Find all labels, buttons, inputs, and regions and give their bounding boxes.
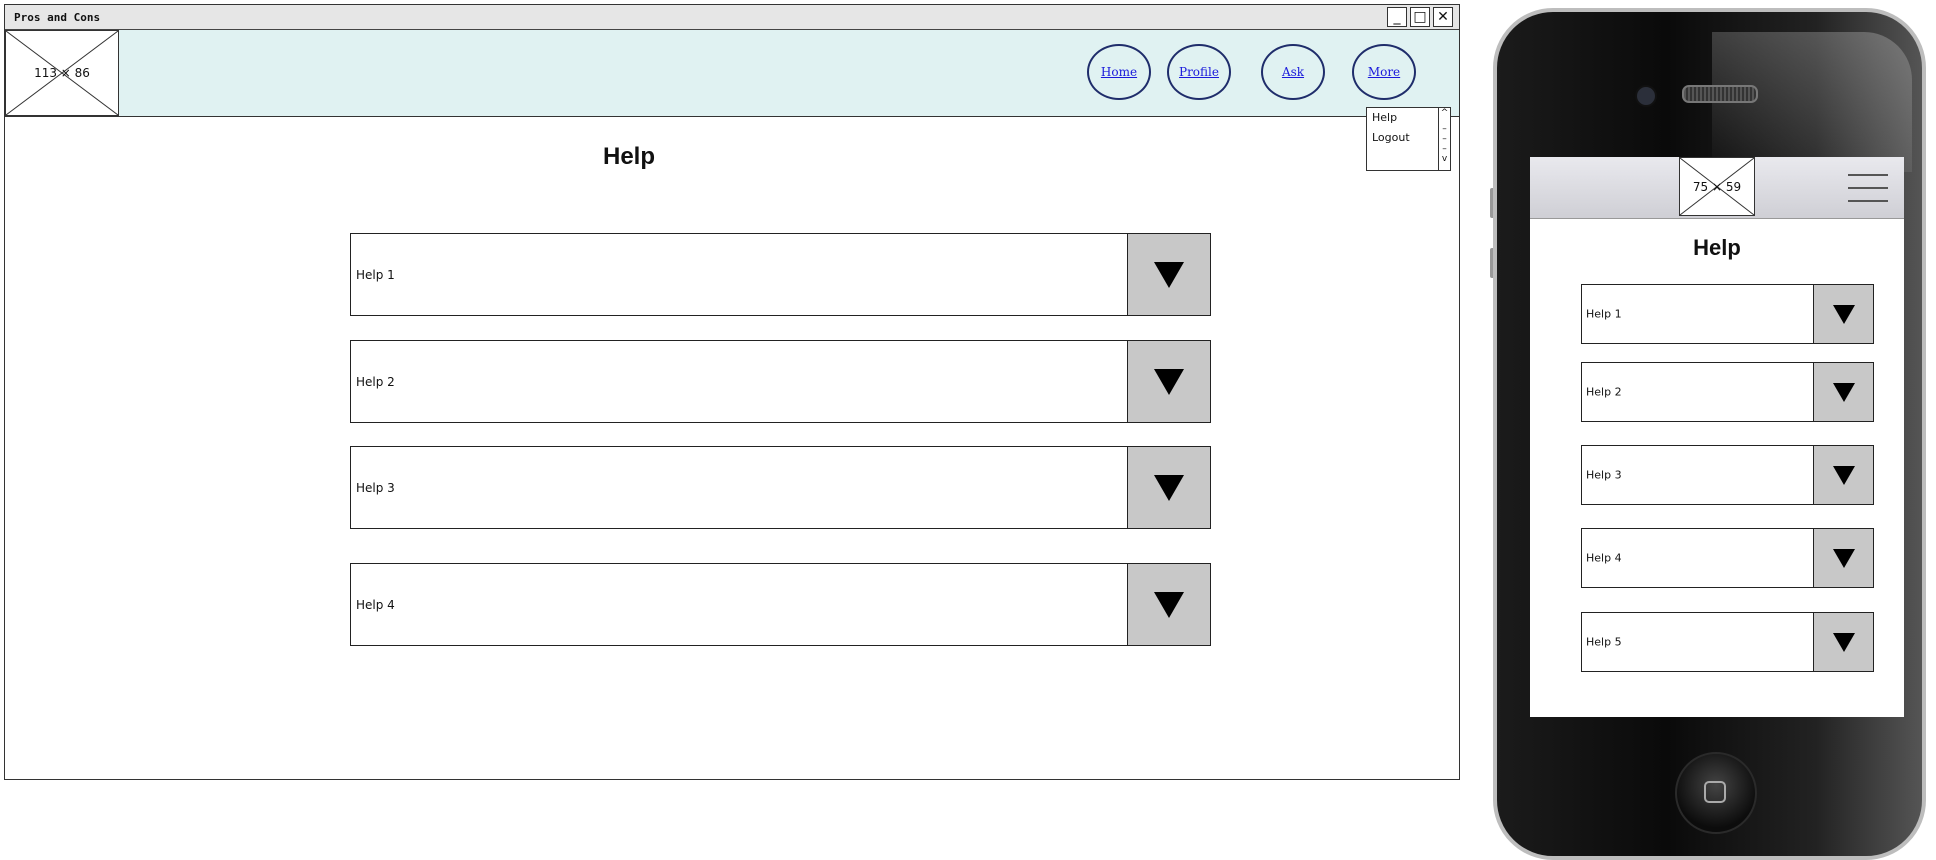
triangle-down-icon — [1832, 632, 1855, 652]
more-dropdown-menu: Help Logout ^ – – – v — [1366, 107, 1451, 171]
accordion-label: Help 2 — [356, 374, 395, 389]
hamburger-menu-icon[interactable] — [1848, 172, 1888, 204]
phone-frame: 75 × 59 Help Help 1 Help 2 Help 3 Help 4… — [1493, 8, 1926, 860]
triangle-down-icon — [1154, 591, 1184, 618]
accordion-label: Help 4 — [1586, 551, 1622, 565]
scroll-track-marks-icon: – – – — [1442, 124, 1447, 154]
menu-item-help[interactable]: Help — [1372, 111, 1397, 124]
logo-placeholder-size: 113 × 86 — [34, 66, 90, 80]
menu-item-logout[interactable]: Logout — [1372, 131, 1410, 144]
accordion-item[interactable]: Help 2 — [350, 340, 1211, 423]
page-title: Help — [603, 143, 656, 170]
camera-icon — [1635, 85, 1657, 107]
mobile-accordion-item[interactable]: Help 5 — [1581, 612, 1874, 672]
accordion-item[interactable]: Help 3 — [350, 446, 1211, 529]
expand-button[interactable] — [1127, 341, 1210, 422]
expand-button[interactable] — [1813, 613, 1873, 671]
nav-ask-button[interactable]: Ask — [1261, 44, 1325, 100]
minimize-button[interactable]: _ — [1387, 7, 1407, 27]
mobile-accordion-item[interactable]: Help 3 — [1581, 445, 1874, 505]
accordion-label: Help 4 — [356, 597, 395, 612]
speaker-icon — [1682, 85, 1758, 103]
site-header: 113 × 86 Home Profile Ask More — [5, 30, 1459, 117]
title-bar: Pros and Cons _ □ ✕ — [5, 5, 1459, 30]
expand-button[interactable] — [1813, 529, 1873, 587]
accordion-label: Help 3 — [1586, 468, 1622, 482]
mobile-screen: 75 × 59 Help Help 1 Help 2 Help 3 Help 4… — [1530, 157, 1904, 717]
mobile-header: 75 × 59 — [1530, 157, 1904, 219]
expand-button[interactable] — [1127, 234, 1210, 315]
scroll-down-icon[interactable]: v — [1439, 154, 1450, 164]
desktop-window: Pros and Cons _ □ ✕ 113 × 86 Home Profil… — [4, 4, 1460, 780]
mobile-logo-placeholder: 75 × 59 — [1679, 157, 1755, 216]
scroll-up-icon[interactable]: ^ — [1439, 108, 1450, 118]
nav-profile-button[interactable]: Profile — [1167, 44, 1231, 100]
expand-button[interactable] — [1813, 285, 1873, 343]
dropdown-scrollbar[interactable]: ^ – – – v — [1438, 108, 1450, 170]
mobile-accordion-item[interactable]: Help 2 — [1581, 362, 1874, 422]
nav-more-button[interactable]: More — [1352, 44, 1416, 100]
triangle-down-icon — [1832, 465, 1855, 485]
accordion-label: Help 2 — [1586, 385, 1622, 399]
expand-button[interactable] — [1127, 447, 1210, 528]
accordion-item[interactable]: Help 1 — [350, 233, 1211, 316]
mobile-logo-size: 75 × 59 — [1692, 179, 1742, 194]
mobile-accordion-item[interactable]: Help 1 — [1581, 284, 1874, 344]
triangle-down-icon — [1832, 382, 1855, 402]
expand-button[interactable] — [1127, 564, 1210, 645]
mobile-device: 75 × 59 Help Help 1 Help 2 Help 3 Help 4… — [1490, 8, 1929, 860]
nav-home-button[interactable]: Home — [1087, 44, 1151, 100]
triangle-down-icon — [1832, 304, 1855, 324]
mobile-accordion-item[interactable]: Help 4 — [1581, 528, 1874, 588]
triangle-down-icon — [1154, 474, 1184, 501]
home-button-icon[interactable] — [1675, 752, 1757, 834]
accordion-label: Help 5 — [1586, 635, 1622, 649]
window-title: Pros and Cons — [14, 11, 101, 24]
triangle-down-icon — [1154, 261, 1184, 288]
accordion-label: Help 3 — [356, 480, 395, 495]
expand-button[interactable] — [1813, 446, 1873, 504]
close-button[interactable]: ✕ — [1433, 7, 1453, 27]
maximize-button[interactable]: □ — [1410, 7, 1430, 27]
accordion-item[interactable]: Help 4 — [350, 563, 1211, 646]
triangle-down-icon — [1154, 368, 1184, 395]
logo-image-placeholder: 113 × 86 — [5, 30, 119, 116]
triangle-down-icon — [1832, 548, 1855, 568]
mobile-page-title: Help — [1693, 235, 1741, 260]
accordion-label: Help 1 — [1586, 307, 1622, 321]
accordion-label: Help 1 — [356, 267, 395, 282]
expand-button[interactable] — [1813, 363, 1873, 421]
